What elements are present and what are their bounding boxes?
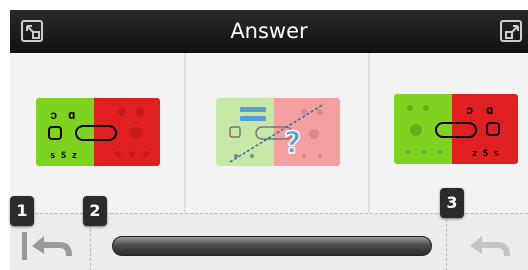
svg-text:z S s: z S s [472, 149, 499, 159]
window-title: Answer [230, 19, 308, 43]
card-option-right[interactable]: ↄ ɑ z S s [394, 94, 518, 168]
svg-text:ɑ: ɑ [68, 108, 75, 122]
undo-icon [22, 232, 72, 260]
svg-text:?: ? [284, 126, 301, 161]
question-diagram-icon: ? [216, 98, 340, 166]
card-question[interactable]: ? [216, 98, 340, 170]
redo-button[interactable] [462, 228, 522, 264]
redo-icon [470, 236, 510, 256]
comparison-diagram-icon: ↄ ɑ s S z [36, 98, 160, 166]
step-badge-1: 1 [10, 196, 34, 226]
toolbar-separator [446, 214, 447, 270]
panel-divider [184, 53, 186, 213]
svg-text:ↄ: ↄ [466, 103, 473, 117]
svg-text:ↄ: ↄ [50, 108, 57, 122]
step-badge-3: 3 [440, 188, 464, 218]
undo-button[interactable] [18, 228, 78, 264]
answer-window: Answer ↄ ɑ s S z ? ↄ ɑ z S s 1 2 3 [0, 0, 528, 270]
panel-divider [368, 53, 370, 213]
title-bar: Answer [10, 10, 528, 53]
card-option-left[interactable]: ↄ ɑ s S z [36, 98, 160, 170]
svg-text:s S z: s S z [50, 151, 77, 161]
progress-slider[interactable] [112, 236, 432, 256]
step-badge-2: 2 [83, 196, 107, 226]
svg-text:ɑ: ɑ [486, 103, 493, 117]
comparison-diagram-icon: ↄ ɑ z S s [394, 94, 518, 164]
collapse-icon[interactable] [500, 20, 522, 42]
